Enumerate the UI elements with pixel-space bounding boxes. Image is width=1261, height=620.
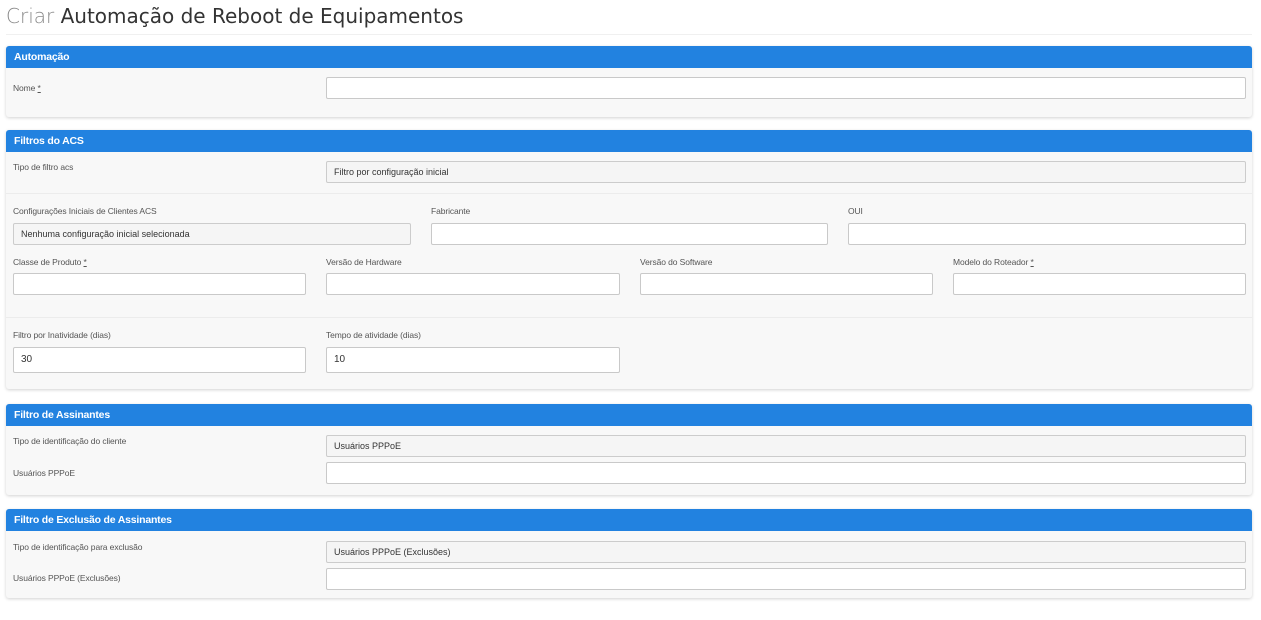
- usuarios-pppoe-exclusoes-label: Usuários PPPoE (Exclusões): [13, 573, 121, 583]
- automacao-panel: Automação Nome *: [6, 46, 1252, 117]
- nome-label: Nome *: [13, 83, 41, 93]
- nome-input[interactable]: [326, 77, 1246, 99]
- inatividade-label: Filtro por Inatividade (dias): [13, 330, 111, 340]
- section-divider: [6, 317, 1252, 318]
- modelo-roteador-label: Modelo do Roteador *: [953, 257, 1034, 267]
- versao-software-label: Versão do Software: [640, 257, 713, 267]
- usuarios-pppoe-input[interactable]: [326, 462, 1246, 484]
- classe-produto-input[interactable]: [13, 273, 306, 295]
- filtros-acs-panel-header: Filtros do ACS: [6, 130, 1252, 152]
- fabricante-label: Fabricante: [431, 206, 471, 216]
- page-title-main: Automação de Reboot de Equipamentos: [60, 4, 464, 28]
- tipo-filtro-acs-label: Tipo de filtro acs: [13, 162, 74, 172]
- page-title-prefix: Criar: [6, 4, 55, 28]
- tipo-identificacao-exclusao-label: Tipo de identificação para exclusão: [13, 542, 143, 552]
- required-marker: *: [1030, 257, 1034, 267]
- atividade-label: Tempo de atividade (dias): [326, 330, 421, 340]
- tipo-identificacao-cliente-label: Tipo de identificação do cliente: [13, 436, 127, 446]
- oui-input[interactable]: [848, 223, 1246, 245]
- versao-software-input[interactable]: [640, 273, 933, 295]
- required-marker: *: [37, 83, 41, 93]
- oui-label: OUI: [848, 206, 863, 216]
- fabricante-input[interactable]: [431, 223, 828, 245]
- filtro-exclusao-panel-header: Filtro de Exclusão de Assinantes: [6, 509, 1252, 531]
- filtro-assinantes-panel-header: Filtro de Assinantes: [6, 404, 1252, 426]
- filtros-acs-panel: Filtros do ACS Tipo de filtro acs Filtro…: [6, 130, 1252, 389]
- versao-hardware-input[interactable]: [326, 273, 620, 295]
- usuarios-pppoe-exclusoes-input[interactable]: [326, 568, 1246, 590]
- required-marker: *: [83, 257, 87, 267]
- page-title: Criar Automação de Reboot de Equipamento…: [6, 4, 463, 28]
- config-iniciais-select[interactable]: Nenhuma configuração inicial selecionada: [13, 223, 411, 245]
- filtro-exclusao-panel: Filtro de Exclusão de Assinantes Tipo de…: [6, 509, 1252, 598]
- section-divider: [6, 193, 1252, 194]
- modelo-roteador-input[interactable]: [953, 273, 1246, 295]
- versao-hardware-label: Versão de Hardware: [326, 257, 402, 267]
- usuarios-pppoe-label: Usuários PPPoE: [13, 468, 75, 478]
- tipo-identificacao-exclusao-select[interactable]: Usuários PPPoE (Exclusões): [326, 541, 1246, 563]
- config-iniciais-label: Configurações Iniciais de Clientes ACS: [13, 206, 157, 216]
- filtro-assinantes-panel: Filtro de Assinantes Tipo de identificaç…: [6, 404, 1252, 495]
- inatividade-input[interactable]: 30: [13, 347, 306, 373]
- title-divider: [6, 34, 1252, 35]
- tipo-identificacao-cliente-select[interactable]: Usuários PPPoE: [326, 435, 1246, 457]
- tipo-filtro-acs-select[interactable]: Filtro por configuração inicial: [326, 161, 1246, 183]
- atividade-input[interactable]: 10: [326, 347, 620, 373]
- classe-produto-label: Classe de Produto *: [13, 257, 87, 267]
- automacao-panel-header: Automação: [6, 46, 1252, 68]
